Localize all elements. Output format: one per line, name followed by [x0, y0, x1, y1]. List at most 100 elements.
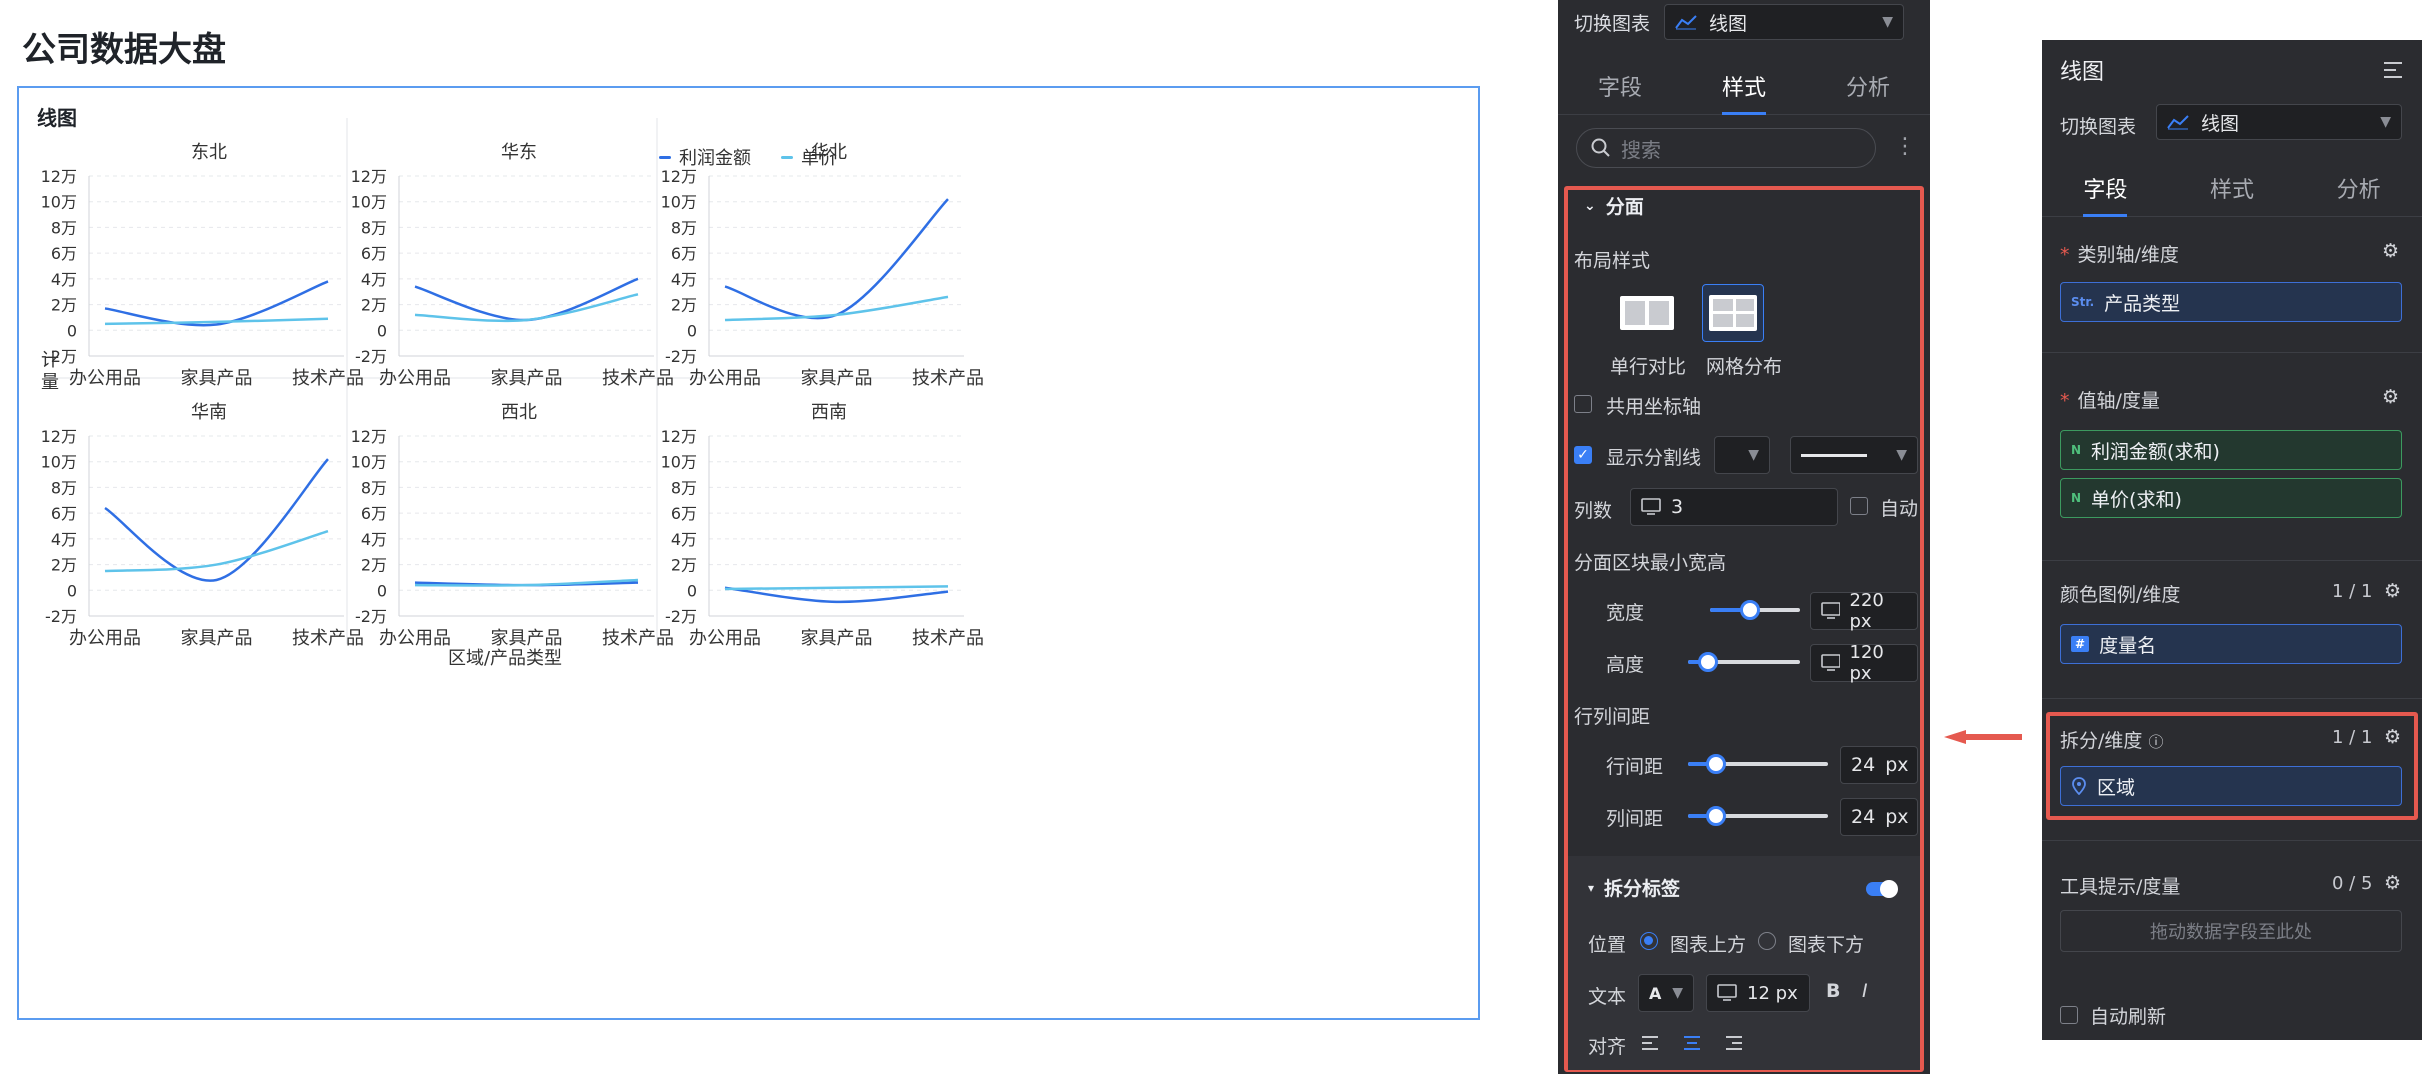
layout-single-row-button[interactable] [1616, 284, 1678, 342]
text-label: 文本 [1588, 986, 1627, 1008]
italic-button[interactable]: I [1862, 980, 1868, 1002]
auto-columns-checkbox[interactable] [1850, 497, 1868, 515]
y-tick-label: 6万 [671, 504, 697, 523]
divider-color-select[interactable]: ▼ [1714, 436, 1770, 474]
align-center-icon[interactable] [1682, 1034, 1702, 1052]
divider-style-select[interactable]: ▼ [1790, 436, 1918, 474]
gear-icon[interactable]: ⚙ [2384, 726, 2401, 748]
height-input[interactable]: 120 px [1810, 642, 1918, 684]
tab-analysis[interactable]: 分析 [1846, 56, 1890, 114]
align-label: 对齐 [1588, 1036, 1627, 1058]
y-axis-label: 量 [41, 372, 59, 393]
x-tick-label: 家具产品 [181, 628, 253, 649]
split-label-toggle[interactable] [1866, 880, 1898, 898]
y-tick-label: 4万 [671, 270, 697, 289]
y-tick-label: 10万 [351, 193, 387, 212]
col-gap-slider[interactable] [1688, 806, 1828, 826]
tab-style[interactable]: 样式 [1721, 56, 1767, 115]
chart-type-select[interactable]: 线图 ▼ [1664, 4, 1905, 40]
facet-section-header[interactable]: ⌄ 分面 [1584, 192, 1644, 219]
facet-title: 华北 [811, 142, 847, 163]
tab-fields[interactable]: 字段 [2083, 158, 2128, 217]
row-gap-input[interactable]: 24 px [1840, 746, 1918, 784]
y-tick-label: -2万 [45, 347, 77, 366]
position-below-label: 图表下方 [1788, 934, 1865, 956]
x-tick-label: 办公用品 [379, 368, 451, 389]
x-tick-label: 技术产品 [292, 368, 364, 389]
y-tick-label: 10万 [41, 453, 77, 472]
grid-layout-icon [1709, 295, 1757, 331]
columns-input[interactable]: 3 [1630, 488, 1838, 526]
row-gap-label: 行间距 [1606, 756, 1664, 778]
gear-icon[interactable]: ⚙ [2384, 580, 2401, 602]
line-chart-card[interactable]: 线图 利润金额 单价 计量区域/产品类型 东北 12万 10万 8万 6万 4万 2万 0 -2万… [17, 86, 1480, 1020]
desktop-icon [1641, 498, 1661, 515]
color-field-pill[interactable]: # 度量名 [2060, 624, 2402, 664]
value-field-pill-price[interactable]: N 单价(求和) [2060, 478, 2402, 518]
required-icon: * [2060, 390, 2070, 412]
menu-icon[interactable] [2382, 60, 2404, 80]
category-field-pill[interactable]: Str. 产品类型 [2060, 282, 2402, 322]
align-left-icon[interactable] [1640, 1034, 1660, 1052]
align-right-icon[interactable] [1724, 1034, 1744, 1052]
search-input[interactable]: 搜索 [1576, 128, 1876, 168]
auto-refresh-checkbox[interactable] [2060, 1006, 2078, 1024]
share-axis-checkbox[interactable] [1574, 395, 1592, 413]
tab-fields[interactable]: 字段 [1598, 56, 1642, 114]
split-label-header[interactable]: ▾ 拆分标签 [1588, 874, 1680, 901]
search-placeholder: 搜索 [1621, 137, 1661, 162]
position-above-radio[interactable] [1640, 932, 1658, 950]
more-options-icon[interactable]: ⋮ [1894, 134, 1916, 159]
y-tick-label: 12万 [351, 427, 387, 446]
font-size-unit: px [1775, 982, 1798, 1004]
width-slider-handle[interactable] [1740, 600, 1760, 620]
y-tick-label: 2万 [51, 296, 77, 315]
tab-analysis[interactable]: 分析 [2337, 158, 2381, 216]
gear-icon[interactable]: ⚙ [2382, 386, 2399, 408]
tab-style[interactable]: 样式 [2210, 158, 2254, 216]
number-type-icon: N [2071, 443, 2082, 457]
layout-single-row-label: 单行对比 [1610, 356, 1687, 378]
y-tick-label: 2万 [361, 296, 387, 315]
series-line-price [104, 317, 329, 326]
tooltip-count: 0 / 5 [2332, 873, 2373, 894]
split-field-pill[interactable]: 区域 [2060, 766, 2402, 806]
value-field-pill-profit[interactable]: N 利润金额(求和) [2060, 430, 2402, 470]
layout-grid-label: 网格分布 [1706, 356, 1783, 378]
facet-title: 西南 [811, 402, 847, 423]
height-slider-handle[interactable] [1698, 652, 1718, 672]
row-gap-slider-handle[interactable] [1706, 754, 1726, 774]
show-divider-checkbox[interactable]: ✓ [1574, 446, 1592, 464]
gear-icon[interactable]: ⚙ [2382, 240, 2399, 262]
width-slider[interactable] [1710, 600, 1800, 620]
row-gap-slider[interactable] [1688, 754, 1828, 774]
y-tick-label: 4万 [361, 530, 387, 549]
value-axis-label: * 值轴/度量 [2060, 386, 2160, 413]
info-icon[interactable]: ⓘ [2148, 733, 2163, 751]
tooltip-drop-zone[interactable]: 拖动数据字段至此处 [2060, 910, 2402, 952]
col-gap-slider-handle[interactable] [1706, 806, 1726, 826]
field-switch-chart-label: 切换图表 [2060, 116, 2137, 138]
font-size-input[interactable]: 12 px [1706, 974, 1810, 1012]
bold-button[interactable]: B [1826, 980, 1840, 1002]
col-gap-input[interactable]: 24 px [1840, 798, 1918, 836]
position-below-radio[interactable] [1758, 932, 1776, 950]
chart-switch-row: 切换图表 线图 ▼ [1558, 0, 1930, 44]
layout-grid-button[interactable] [1702, 284, 1764, 342]
y-tick-label: 12万 [41, 427, 77, 446]
height-slider[interactable] [1688, 652, 1800, 672]
facet-title: 华东 [501, 142, 537, 163]
y-tick-label: -2万 [45, 607, 77, 626]
split-label-title: 拆分标签 [1604, 878, 1681, 900]
gear-icon[interactable]: ⚙ [2384, 872, 2401, 894]
x-tick-label: 办公用品 [689, 368, 761, 389]
layout-style-label: 布局样式 [1574, 250, 1651, 272]
x-tick-label: 家具产品 [801, 628, 873, 649]
field-chart-type-select[interactable]: 线图 ▼ [2156, 104, 2402, 140]
width-unit: px [1849, 611, 1872, 632]
y-tick-label: 4万 [361, 270, 387, 289]
width-input[interactable]: 220 px [1810, 590, 1918, 632]
height-label: 高度 [1606, 654, 1645, 676]
font-color-select[interactable]: A ▼ [1638, 974, 1694, 1012]
facet-title: 华南 [191, 402, 227, 423]
